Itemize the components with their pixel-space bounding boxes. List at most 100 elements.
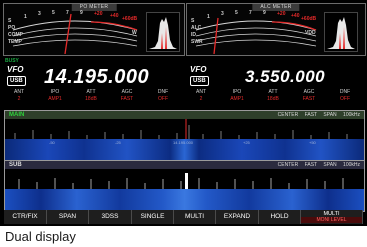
multi-button[interactable]: MULTI	[174, 210, 216, 224]
alc-meter-label-s: S	[191, 18, 195, 24]
hold-button[interactable]: HOLD	[259, 210, 301, 224]
status-label: AGC	[303, 89, 315, 95]
sub-scope-info: CENTER FAST SPAN 100kHz	[273, 161, 360, 169]
sub-status-ipo[interactable]: IPO AMP1	[222, 89, 252, 103]
status-value: AMP1	[48, 96, 62, 102]
alc-meter-num-plus20: +20	[277, 11, 286, 17]
sub-waterfall	[5, 189, 364, 211]
status-value: 2	[199, 96, 203, 102]
alc-meter-mini-scope	[324, 12, 358, 52]
function-key-bar: CTR/FIX SPAN 3DSS SINGLE MULTI EXPAND HO…	[4, 210, 363, 224]
status-value: AMP1	[230, 96, 244, 102]
po-meter-num-plus40: +40	[110, 13, 119, 19]
po-meter-unit: W	[132, 30, 137, 36]
main-axis-label-5: +50	[309, 140, 316, 145]
po-meter-num-1: 1	[24, 14, 27, 20]
main-vfo-label: VFO	[7, 65, 24, 74]
status-value: FAST	[120, 96, 134, 102]
status-value: OFF	[340, 96, 350, 102]
main-scope[interactable]: MAIN CENTER FAST SPAN 100kHz -50 -25 14.…	[4, 110, 365, 162]
sub-status-row: ANT 2 IPO AMP1 ATT 18dB AGC FAST DNF OFF	[186, 89, 364, 107]
main-mode-badge[interactable]: USB	[7, 76, 26, 86]
single-button[interactable]: SINGLE	[132, 210, 174, 224]
scope-mode: CENTER	[277, 162, 299, 168]
alc-meter-num-3: 3	[221, 11, 224, 17]
multi-moni-level-button[interactable]: MULTI MONI LEVEL	[301, 210, 363, 224]
main-status-agc[interactable]: AGC FAST	[112, 89, 142, 103]
sub-status-dnf[interactable]: DNF OFF	[330, 89, 360, 103]
3dss-button[interactable]: 3DSS	[89, 210, 132, 224]
main-scope-info: CENTER FAST SPAN 100kHz	[273, 111, 360, 119]
moni-level-label: MONI LEVEL	[301, 217, 362, 223]
mini-scope-graph	[149, 17, 177, 49]
main-status-att[interactable]: ATT 18dB	[76, 89, 106, 103]
scope-span-value: 100kHz	[343, 162, 360, 168]
status-value: FAST	[302, 96, 316, 102]
sub-scope-header: SUB CENTER FAST SPAN 100kHz	[5, 161, 364, 169]
po-meter-num-3: 3	[38, 11, 41, 17]
sub-mode-badge[interactable]: USB	[190, 76, 209, 86]
alc-meter-num-7: 7	[249, 10, 252, 16]
busy-indicator: BUSY	[5, 58, 19, 64]
alc-meter-label-swr: SWR	[191, 39, 203, 45]
alc-meter-num-1: 1	[207, 14, 210, 20]
main-frequency[interactable]: 14.195.000	[44, 66, 149, 88]
radio-display: PO METER S PO COMP TEMP 1 3 5 7 9 +20 +4…	[0, 0, 367, 226]
sub-spectrum	[5, 169, 364, 189]
sub-status-att[interactable]: ATT 18dB	[258, 89, 288, 103]
scope-mode: CENTER	[277, 112, 299, 118]
alc-meter-num-plus40: +40	[291, 13, 300, 19]
status-label: ATT	[268, 89, 278, 95]
alc-meter: ALC METER S ALC ID SWR 1 3 5 7 9 +20 +40…	[186, 3, 366, 56]
sub-scope[interactable]: SUB CENTER FAST SPAN 100kHz	[4, 160, 365, 212]
main-axis-label-3: 14.195.000	[173, 140, 194, 145]
po-meter-num-plus20: +20	[94, 11, 103, 17]
sub-status-ant[interactable]: ANT 2	[186, 89, 216, 103]
main-status-row: ANT 2 IPO AMP1 ATT 18dB AGC FAST DNF OFF	[4, 89, 182, 107]
po-meter-num-7: 7	[66, 10, 69, 16]
main-axis-label-4: +25	[243, 140, 250, 145]
po-meter-num-plus60: +60dB	[122, 16, 138, 22]
status-value: 18dB	[267, 96, 279, 102]
alc-meter-unit: VDD	[305, 30, 316, 36]
main-axis-label-1: -50	[49, 140, 55, 145]
status-label: DNF	[157, 89, 169, 95]
po-meter-num-9: 9	[80, 10, 83, 16]
po-meter-label-temp: TEMP	[8, 39, 22, 45]
ctr-fix-button[interactable]: CTR/FIX	[4, 210, 47, 224]
status-label: ATT	[86, 89, 96, 95]
span-button[interactable]: SPAN	[47, 210, 89, 224]
scope-span-label: SPAN	[323, 162, 337, 168]
scope-speed: FAST	[304, 162, 318, 168]
status-label: ANT	[14, 89, 24, 95]
po-meter: PO METER S PO COMP TEMP 1 3 5 7 9 +20 +4…	[3, 3, 185, 56]
status-value: 2	[17, 96, 21, 102]
po-meter-label-po: PO	[8, 25, 16, 31]
sub-status-agc[interactable]: AGC FAST	[294, 89, 324, 103]
status-label: AGC	[121, 89, 133, 95]
main-scope-header: MAIN CENTER FAST SPAN 100kHz	[5, 111, 364, 119]
sub-vfo-label: VFO	[190, 65, 207, 74]
alc-meter-num-9: 9	[263, 10, 266, 16]
status-label: ANT	[196, 89, 206, 95]
po-meter-label-s: S	[8, 18, 12, 24]
scope-span-value: 100kHz	[343, 112, 360, 118]
main-status-ipo[interactable]: IPO AMP1	[40, 89, 70, 103]
main-spectrum	[5, 119, 364, 139]
main-status-ant[interactable]: ANT 2	[4, 89, 34, 103]
scope-span-label: SPAN	[323, 112, 337, 118]
status-value: OFF	[158, 96, 168, 102]
main-scope-label: MAIN	[9, 112, 25, 118]
alc-meter-num-plus60: +60dB	[301, 16, 317, 22]
sub-scope-label: SUB	[9, 162, 22, 168]
main-status-dnf[interactable]: DNF OFF	[148, 89, 178, 103]
scope-speed: FAST	[304, 112, 318, 118]
sub-frequency[interactable]: 3.550.000	[245, 66, 325, 88]
po-meter-mini-scope	[146, 12, 180, 52]
po-meter-label-comp: COMP	[8, 32, 23, 38]
status-label: IPO	[232, 89, 242, 95]
expand-button[interactable]: EXPAND	[216, 210, 259, 224]
main-axis-label-2: -25	[115, 140, 121, 145]
mini-scope-graph	[327, 17, 355, 49]
image-caption: Dual display	[5, 229, 76, 244]
